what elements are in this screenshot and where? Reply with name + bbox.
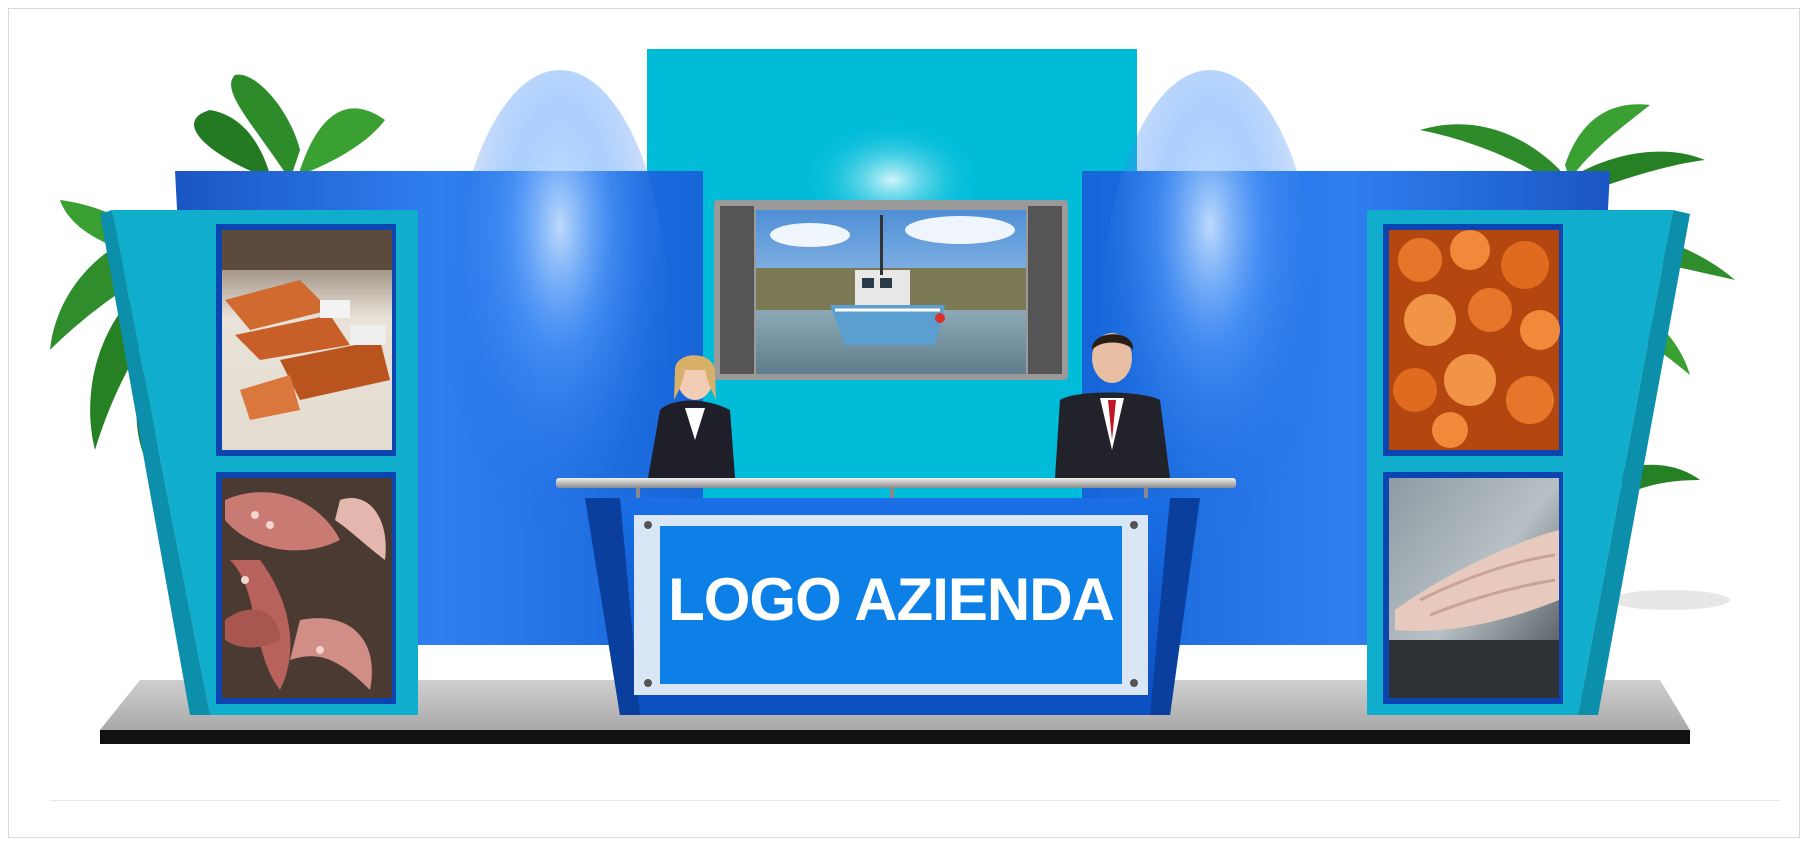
- tv-screen: [714, 200, 1068, 380]
- exhibition-stand-render: LOGO AZIENDA: [0, 0, 1810, 846]
- shrimp-photo: [1383, 224, 1563, 456]
- logo-panel: LOGO AZIENDA: [634, 515, 1148, 695]
- seafood-market-photo: [216, 224, 396, 456]
- fish-fillet-photo: [1383, 472, 1563, 704]
- divider: [50, 800, 1780, 801]
- fishing-boat-photo: [756, 210, 1026, 374]
- booth-scene: LOGO AZIENDA: [50, 49, 1735, 744]
- logo-azienda-text: LOGO AZIENDA: [668, 566, 1114, 633]
- octopus-photo: [216, 472, 396, 704]
